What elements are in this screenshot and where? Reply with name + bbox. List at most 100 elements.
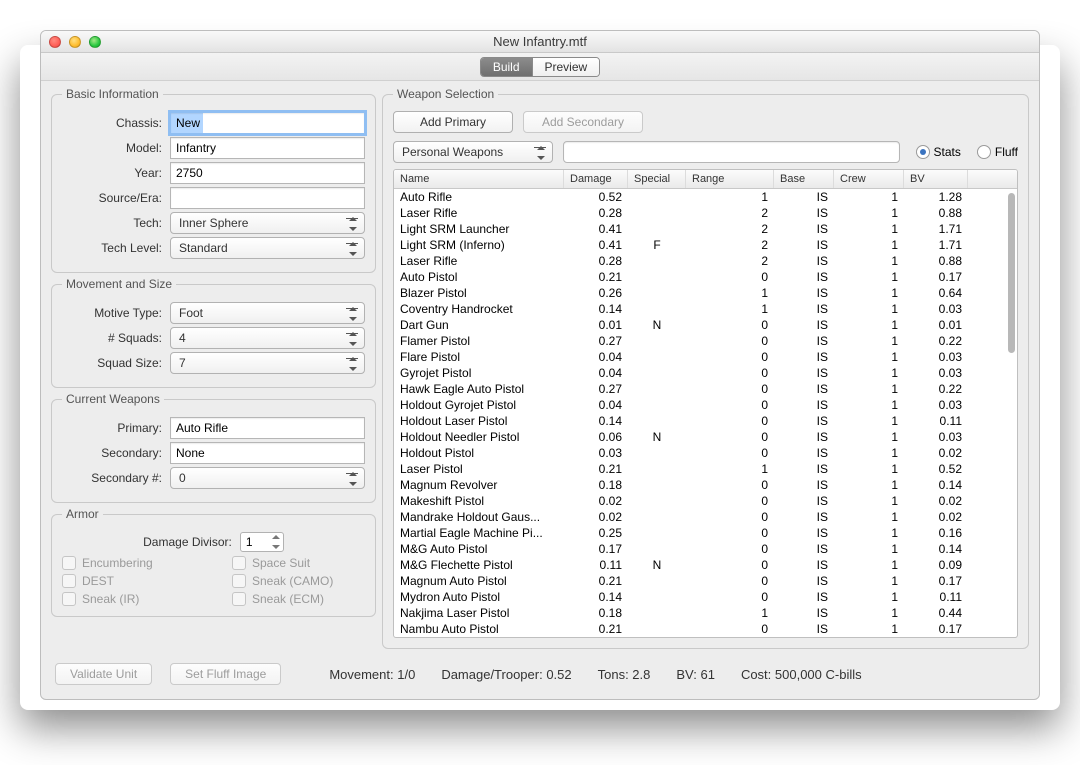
chevron-updown-icon: [348, 241, 358, 257]
table-row[interactable]: Mydron Auto Pistol0.140IS10.11: [394, 589, 1017, 605]
stat-movement: Movement: 1/0: [329, 667, 415, 682]
table-row[interactable]: Nambu Auto Pistol0.210IS10.17: [394, 621, 1017, 637]
chassis-label: Chassis:: [62, 116, 170, 130]
table-row[interactable]: Dart Gun0.01N0IS10.01: [394, 317, 1017, 333]
legend-weapons: Weapon Selection: [393, 87, 498, 101]
primary-label: Primary:: [62, 421, 170, 435]
table-body[interactable]: Auto Rifle0.521IS11.28Laser Rifle0.282IS…: [394, 189, 1017, 637]
table-row[interactable]: Martial Eagle Machine Pi...0.250IS10.16: [394, 525, 1017, 541]
app-window: New Infantry.mtf Build Preview Basic Inf…: [40, 30, 1040, 700]
stat-damage-per-trooper: Damage/Trooper: 0.52: [441, 667, 571, 682]
primary-weapon-input[interactable]: [170, 417, 365, 439]
table-row[interactable]: Laser Rifle0.282IS10.88: [394, 253, 1017, 269]
footer: Validate Unit Set Fluff Image Movement: …: [41, 653, 1039, 699]
secondary-weapon-input[interactable]: [170, 442, 365, 464]
motive-type-label: Motive Type:: [62, 306, 170, 320]
col-base[interactable]: Base: [774, 170, 834, 188]
table-header[interactable]: Name Damage Special Range Base Crew BV: [394, 170, 1017, 189]
table-row[interactable]: Mandrake Holdout Gaus...0.020IS10.02: [394, 509, 1017, 525]
group-movement-size: Movement and Size Motive Type: Foot # Sq…: [51, 277, 376, 388]
legend-movement: Movement and Size: [62, 277, 176, 291]
table-row[interactable]: Blazer Pistol0.261IS10.64: [394, 285, 1017, 301]
space-suit-checkbox[interactable]: Space Suit: [232, 556, 362, 570]
stat-cost: Cost: 500,000 C-bills: [741, 667, 862, 682]
group-basic-information: Basic Information Chassis: Model: Year:: [51, 87, 376, 273]
table-row[interactable]: Holdout Gyrojet Pistol0.040IS10.03: [394, 397, 1017, 413]
tech-select[interactable]: Inner Sphere: [170, 212, 365, 234]
chevron-updown-icon: [348, 306, 358, 322]
table-row[interactable]: Coventry Handrocket0.141IS10.03: [394, 301, 1017, 317]
chevron-updown-icon: [536, 145, 546, 161]
add-primary-button[interactable]: Add Primary: [393, 111, 513, 133]
window-title: New Infantry.mtf: [41, 34, 1039, 49]
chevron-updown-icon: [348, 471, 358, 487]
num-squads-select[interactable]: 4: [170, 327, 365, 349]
table-row[interactable]: Light SRM (Inferno)0.41F2IS11.71: [394, 237, 1017, 253]
year-label: Year:: [62, 166, 170, 180]
table-row[interactable]: Auto Rifle0.521IS11.28: [394, 189, 1017, 205]
table-row[interactable]: Nakjima Laser Pistol0.181IS10.44: [394, 605, 1017, 621]
squad-size-label: Squad Size:: [62, 356, 170, 370]
table-row[interactable]: Magnum Auto Pistol0.210IS10.17: [394, 573, 1017, 589]
tech-level-label: Tech Level:: [62, 241, 170, 255]
table-row[interactable]: Holdout Pistol0.030IS10.02: [394, 445, 1017, 461]
table-row[interactable]: Auto Pistol0.210IS10.17: [394, 269, 1017, 285]
fluff-radio[interactable]: Fluff: [977, 145, 1018, 159]
weapon-search-input[interactable]: [563, 141, 900, 163]
table-row[interactable]: Makeshift Pistol0.020IS10.02: [394, 493, 1017, 509]
group-current-weapons: Current Weapons Primary: Secondary: Seco…: [51, 392, 376, 503]
col-crew[interactable]: Crew: [834, 170, 904, 188]
validate-unit-button[interactable]: Validate Unit: [55, 663, 152, 685]
col-damage[interactable]: Damage: [564, 170, 628, 188]
col-bv[interactable]: BV: [904, 170, 968, 188]
col-name[interactable]: Name: [394, 170, 564, 188]
source-era-label: Source/Era:: [62, 191, 170, 205]
legend-current-weapons: Current Weapons: [62, 392, 164, 406]
motive-type-select[interactable]: Foot: [170, 302, 365, 324]
table-row[interactable]: Flamer Pistol0.270IS10.22: [394, 333, 1017, 349]
stat-bv: BV: 61: [676, 667, 715, 682]
table-row[interactable]: Light SRM Launcher0.412IS11.71: [394, 221, 1017, 237]
table-row[interactable]: M&G Auto Pistol0.170IS10.14: [394, 541, 1017, 557]
table-row[interactable]: M&G Flechette Pistol0.11N0IS10.09: [394, 557, 1017, 573]
col-range[interactable]: Range: [686, 170, 774, 188]
table-row[interactable]: Flare Pistol0.040IS10.03: [394, 349, 1017, 365]
group-armor: Armor Damage Divisor: 1 Encumbering Spac…: [51, 507, 376, 617]
weapon-category-select[interactable]: Personal Weapons: [393, 141, 553, 163]
col-special[interactable]: Special: [628, 170, 686, 188]
add-secondary-button[interactable]: Add Secondary: [523, 111, 643, 133]
tab-preview[interactable]: Preview: [532, 58, 600, 76]
tech-level-select[interactable]: Standard: [170, 237, 365, 259]
scrollbar-thumb[interactable]: [1008, 193, 1015, 353]
legend-basic: Basic Information: [62, 87, 163, 101]
stats-radio[interactable]: Stats: [916, 145, 961, 159]
table-row[interactable]: Hawk Eagle Auto Pistol0.270IS10.22: [394, 381, 1017, 397]
damage-divisor-stepper[interactable]: 1: [240, 532, 284, 552]
chassis-input[interactable]: [170, 112, 365, 134]
squad-size-select[interactable]: 7: [170, 352, 365, 374]
group-weapon-selection: Weapon Selection Add Primary Add Seconda…: [382, 87, 1029, 649]
tech-label: Tech:: [62, 216, 170, 230]
set-fluff-image-button[interactable]: Set Fluff Image: [170, 663, 281, 685]
sneak-ir-checkbox[interactable]: Sneak (IR): [62, 592, 192, 606]
table-row[interactable]: Holdout Needler Pistol0.06N0IS10.03: [394, 429, 1017, 445]
dest-checkbox[interactable]: DEST: [62, 574, 192, 588]
secondary-label: Secondary:: [62, 446, 170, 460]
table-row[interactable]: Gyrojet Pistol0.040IS10.03: [394, 365, 1017, 381]
tab-bar: Build Preview: [41, 53, 1039, 81]
titlebar: New Infantry.mtf: [41, 31, 1039, 53]
table-row[interactable]: Holdout Laser Pistol0.140IS10.11: [394, 413, 1017, 429]
secondary-num-select[interactable]: 0: [170, 467, 365, 489]
tab-build[interactable]: Build: [481, 58, 532, 76]
table-row[interactable]: Magnum Revolver0.180IS10.14: [394, 477, 1017, 493]
table-row[interactable]: Laser Pistol0.211IS10.52: [394, 461, 1017, 477]
model-input[interactable]: [170, 137, 365, 159]
table-row[interactable]: Laser Rifle0.282IS10.88: [394, 205, 1017, 221]
source-era-input[interactable]: [170, 187, 365, 209]
sneak-camo-checkbox[interactable]: Sneak (CAMO): [232, 574, 362, 588]
sneak-ecm-checkbox[interactable]: Sneak (ECM): [232, 592, 362, 606]
encumbering-checkbox[interactable]: Encumbering: [62, 556, 192, 570]
secondary-num-label: Secondary #:: [62, 471, 170, 485]
year-input[interactable]: [170, 162, 365, 184]
num-squads-label: # Squads:: [62, 331, 170, 345]
